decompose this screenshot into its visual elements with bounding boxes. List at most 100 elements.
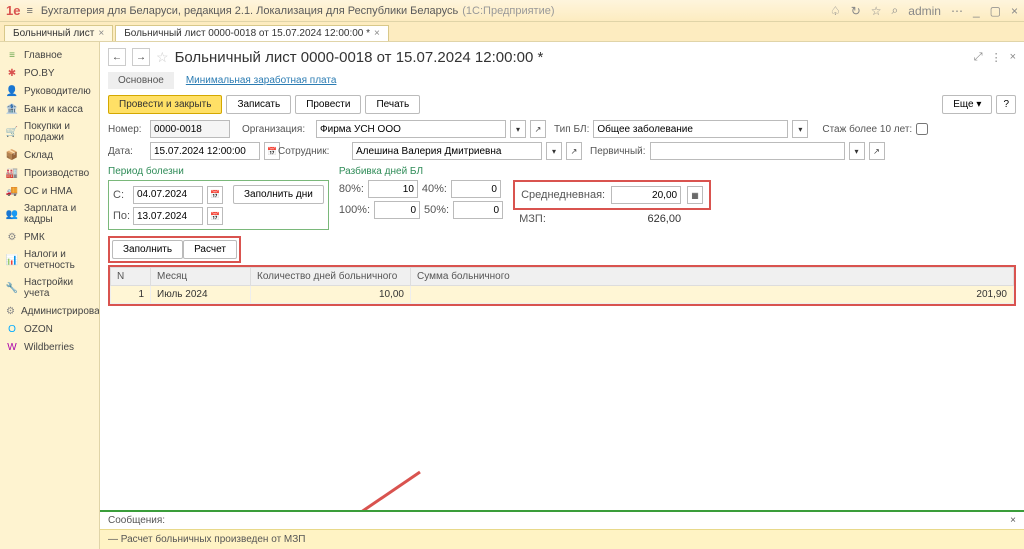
sidebar-icon: ≡ (6, 49, 18, 61)
subtab-mzp-link[interactable]: Минимальная заработная плата (176, 72, 347, 89)
emp-field[interactable] (352, 142, 542, 160)
sidebar-label: ОС и НМА (24, 186, 72, 197)
back-button[interactable]: ← (108, 48, 126, 66)
number-field[interactable] (150, 120, 230, 138)
tab-label: Больничный лист (13, 28, 94, 39)
tab-close-icon[interactable]: × (374, 28, 380, 39)
menu-icon[interactable]: ≡ (26, 5, 32, 17)
from-field[interactable] (133, 186, 203, 204)
emp-open-icon[interactable]: ↗ (566, 142, 582, 160)
user-label[interactable]: admin (908, 4, 941, 18)
p80-label: 80%: (339, 183, 364, 195)
col-month[interactable]: Месяц (151, 268, 251, 286)
table-body: 1 Июль 2024 10,00 201,90 (111, 286, 1014, 304)
history-icon[interactable]: ↻ (851, 4, 861, 18)
from-cal-icon[interactable]: 📅 (207, 186, 223, 204)
messages-header: Сообщения: (108, 515, 165, 526)
date-field[interactable] (150, 142, 260, 160)
expand-icon[interactable]: ⤢ (974, 51, 983, 64)
subtab-main[interactable]: Основное (108, 72, 174, 89)
sidebar-item[interactable]: 🏭Производство (0, 164, 99, 182)
print-button[interactable]: Печать (365, 95, 420, 114)
sidebar-item[interactable]: WWildberries (0, 338, 99, 356)
more-label: Еще (953, 99, 973, 110)
cell-n: 1 (111, 286, 151, 304)
sidebar-icon: 🚚 (6, 185, 18, 197)
sidebar-item[interactable]: 👥Зарплата и кадры (0, 200, 99, 228)
avg-field[interactable] (611, 186, 681, 204)
avg-label: Среднедневная: (521, 189, 605, 201)
tab-doc-current[interactable]: Больничный лист 0000-0018 от 15.07.2024 … (115, 25, 389, 41)
sidebar-icon: O (6, 323, 18, 335)
sidebar-label: РМК (24, 232, 45, 243)
sidebar-icon: 🔧 (6, 282, 18, 294)
org-dropdown-icon[interactable]: ▾ (510, 120, 526, 138)
p100-field[interactable] (374, 201, 420, 219)
org-field[interactable] (316, 120, 506, 138)
to-field[interactable] (133, 207, 203, 225)
fill-days-button[interactable]: Заполнить дни (233, 185, 324, 204)
table-row[interactable]: 1 Июль 2024 10,00 201,90 (111, 286, 1014, 304)
type-label: Тип БЛ: (554, 124, 589, 135)
tab-doc-list[interactable]: Больничный лист × (4, 25, 113, 41)
sidebar-item[interactable]: ⚙Администрирование (0, 302, 99, 320)
sidebar-label: Wildberries (24, 342, 74, 353)
col-n[interactable]: N (111, 268, 151, 286)
sidebar-label: Покупки и продажи (24, 121, 93, 143)
close-doc-icon[interactable]: × (1010, 51, 1016, 64)
sidebar-item[interactable]: 📊Налоги и отчетность (0, 246, 99, 274)
message-text: Расчет больничных произведен от МЗП (121, 534, 306, 545)
calc-button[interactable]: Расчет (183, 240, 237, 259)
prim-open-icon[interactable]: ↗ (869, 142, 885, 160)
tab-close-icon[interactable]: × (98, 28, 104, 39)
type-dropdown-icon[interactable]: ▾ (792, 120, 808, 138)
post-close-button[interactable]: Провести и закрыть (108, 95, 222, 114)
prim-dropdown-icon[interactable]: ▾ (849, 142, 865, 160)
restore-icon[interactable]: ▢ (990, 4, 1001, 18)
stazh-checkbox[interactable] (916, 123, 928, 135)
sidebar-icon: 👤 (6, 85, 18, 97)
org-open-icon[interactable]: ↗ (530, 120, 546, 138)
fill-button[interactable]: Заполнить (112, 240, 183, 259)
message-line[interactable]: — Расчет больничных произведен от МЗП (108, 534, 1016, 545)
to-cal-icon[interactable]: 📅 (207, 207, 223, 225)
p50-label: 50%: (424, 204, 449, 216)
messages-close-icon[interactable]: × (1010, 515, 1016, 526)
sidebar-item[interactable]: ✱PO.BY (0, 64, 99, 82)
sidebar-item[interactable]: ≡ Главное (0, 46, 99, 64)
emp-dropdown-icon[interactable]: ▾ (546, 142, 562, 160)
post-button[interactable]: Провести (295, 95, 361, 114)
sidebar-label: Главное (24, 50, 62, 61)
save-button[interactable]: Записать (226, 95, 291, 114)
sidebar-item[interactable]: ⚙РМК (0, 228, 99, 246)
more-button[interactable]: Еще ▾ (942, 95, 992, 114)
sidebar-label: Склад (24, 150, 53, 161)
forward-button[interactable]: → (132, 48, 150, 66)
p40-field[interactable] (451, 180, 501, 198)
options-icon[interactable]: ⋯ (951, 4, 963, 18)
sidebar-item[interactable]: OOZON (0, 320, 99, 338)
menu-dots-icon[interactable]: ⋮ (991, 51, 1002, 64)
star-icon[interactable]: ☆ (871, 4, 882, 18)
sidebar-item[interactable]: 🛒Покупки и продажи (0, 118, 99, 146)
search-icon[interactable]: ⌕ (892, 3, 899, 18)
col-sum[interactable]: Сумма больничного (411, 268, 1014, 286)
app-logo: 1e (6, 3, 20, 18)
avg-calc-icon[interactable]: ▦ (687, 186, 703, 204)
period-header: Период болезни (108, 166, 329, 177)
help-button[interactable]: ? (996, 95, 1016, 114)
p50-field[interactable] (453, 201, 503, 219)
sidebar-item[interactable]: 📦Склад (0, 146, 99, 164)
prim-field[interactable] (650, 142, 845, 160)
sidebar-item[interactable]: 👤Руководителю (0, 82, 99, 100)
close-icon[interactable]: × (1011, 4, 1018, 18)
sidebar-item[interactable]: 🏦Банк и касса (0, 100, 99, 118)
type-field[interactable] (593, 120, 788, 138)
bell-icon[interactable]: ♤ (830, 4, 841, 18)
minimize-icon[interactable]: _ (973, 4, 980, 18)
favorite-icon[interactable]: ☆ (156, 49, 169, 66)
sidebar-item[interactable]: 🚚 ОС и НМА (0, 182, 99, 200)
sidebar-item[interactable]: 🔧Настройки учета (0, 274, 99, 302)
col-days[interactable]: Количество дней больничного (251, 268, 411, 286)
p80-field[interactable] (368, 180, 418, 198)
